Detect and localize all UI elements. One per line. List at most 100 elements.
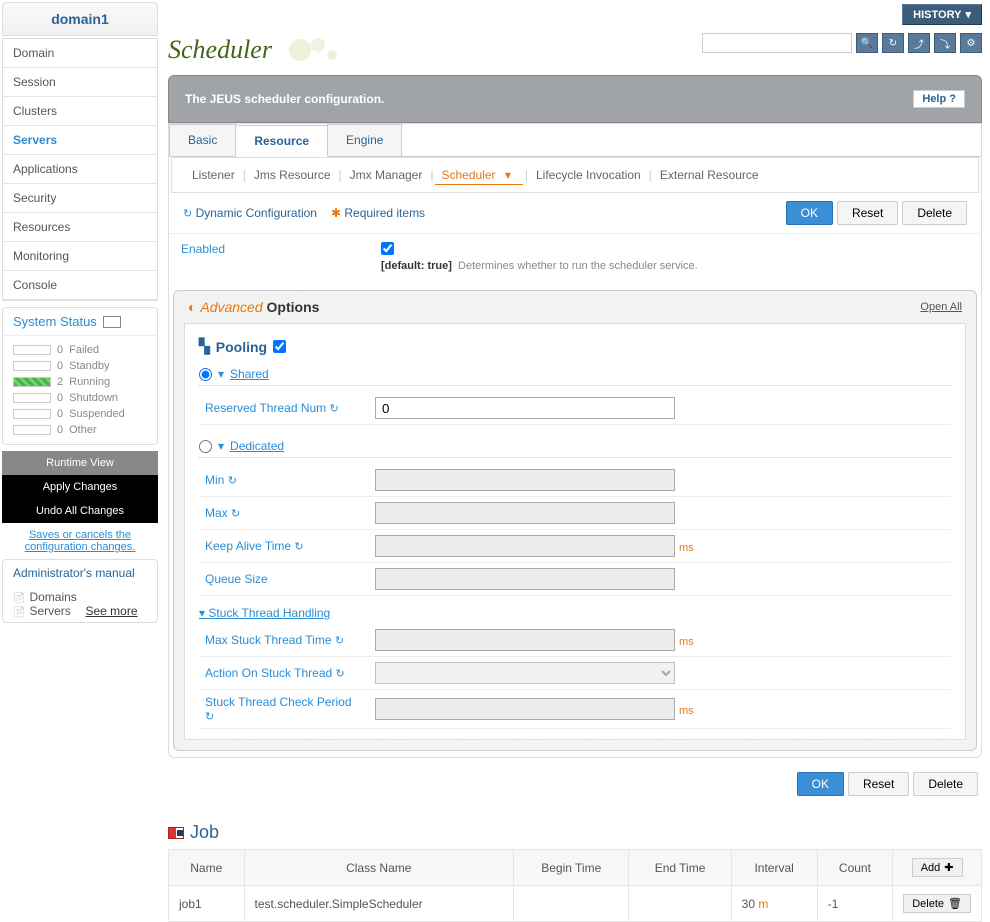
job-header-count: Count (817, 850, 893, 886)
sidebar-item-console[interactable]: Console (3, 271, 157, 300)
shared-radio[interactable] (199, 368, 212, 381)
properties-table: Enabled [default: true] Determines wheth… (169, 233, 981, 280)
main-tabs: BasicResourceEngine (169, 124, 981, 157)
status-count: 0 (57, 424, 63, 436)
shared-label[interactable]: Shared (230, 367, 269, 381)
sidebar-item-servers[interactable]: Servers (3, 126, 157, 155)
reserved-thread-label: Reserved Thread Num ↻ (199, 392, 369, 425)
sync-icon: ↻ (330, 403, 339, 415)
status-row-shutdown: 0Shutdown (13, 390, 147, 406)
max-input[interactable] (375, 502, 675, 524)
enabled-checkbox[interactable] (381, 242, 394, 255)
runtime-view-button[interactable]: Runtime View (2, 451, 158, 475)
subtab-lifecycle-invocation[interactable]: Lifecycle Invocation (530, 168, 647, 182)
max-stuck-input[interactable] (375, 629, 675, 651)
sidebar-item-session[interactable]: Session (3, 68, 157, 97)
status-row-standby: 0 Standby (13, 358, 147, 374)
help-button[interactable]: Help ? (913, 90, 965, 108)
admin-servers-link[interactable]: Servers (29, 604, 70, 618)
sidebar-item-resources[interactable]: Resources (3, 213, 157, 242)
caret-down-icon: ▾ (218, 367, 224, 381)
tab-engine[interactable]: Engine (327, 124, 402, 156)
see-more-link[interactable]: See more (85, 604, 137, 618)
history-button[interactable]: HISTORY▾ (902, 4, 982, 25)
reset-button[interactable]: Reset (837, 201, 898, 225)
dedicated-radio-row: ▾ Dedicated (199, 435, 951, 458)
keep-alive-label: Keep Alive Time ↻ (199, 530, 369, 563)
job-header-end: End Time (629, 850, 731, 886)
sidebar-item-domain[interactable]: Domain (3, 39, 157, 68)
subtab-external-resource[interactable]: External Resource (654, 168, 765, 182)
job-table: Name Class Name Begin Time End Time Inte… (168, 849, 982, 922)
status-label: Standby (69, 360, 109, 372)
job-icon (168, 827, 184, 839)
admin-domains-link[interactable]: Domains (29, 590, 76, 604)
job-header-name: Name (169, 850, 245, 886)
sidebar-menu: DomainSessionClustersServersApplications… (2, 38, 158, 301)
delete-button-bottom[interactable]: Delete (913, 772, 978, 796)
pooling-title: ▚Pooling (199, 334, 951, 363)
undo-all-changes-button[interactable]: Undo All Changes (2, 499, 158, 523)
interval-unit: m (758, 897, 768, 911)
sub-tabs: Listener|Jms Resource|Jmx Manager|Schedu… (171, 157, 979, 193)
job-end-cell (629, 886, 731, 922)
description-bar: The JEUS scheduler configuration. Help ? (168, 75, 982, 123)
sync-icon: ↻ (228, 475, 237, 487)
status-bar-icon (13, 345, 51, 355)
job-name-cell[interactable]: job1 (169, 886, 245, 922)
status-label: Shutdown (69, 392, 118, 404)
sidebar-item-applications[interactable]: Applications (3, 155, 157, 184)
min-input[interactable] (375, 469, 675, 491)
subtab-jms-resource[interactable]: Jms Resource (248, 168, 337, 182)
reserved-thread-input[interactable] (375, 397, 675, 419)
ok-button[interactable]: OK (786, 201, 833, 225)
subtab-scheduler[interactable]: Scheduler ▾ (435, 168, 522, 185)
dedicated-label[interactable]: Dedicated (230, 439, 284, 453)
page-title: Scheduler (168, 29, 272, 75)
flag-icon: ▚ (199, 338, 210, 355)
status-bar-icon (13, 361, 51, 371)
delete-job-button[interactable]: Delete 🗑 (903, 894, 971, 913)
tab-basic[interactable]: Basic (169, 124, 236, 156)
open-all-link[interactable]: Open All (920, 301, 962, 313)
bottom-actions: OK Reset Delete (168, 758, 982, 810)
stuck-thread-handling-header[interactable]: ▾ Stuck Thread Handling (199, 596, 951, 624)
search-input[interactable] (702, 33, 852, 53)
delete-button[interactable]: Delete (902, 201, 967, 225)
ok-button-bottom[interactable]: OK (797, 772, 844, 796)
import-icon[interactable]: ⤵ (934, 33, 956, 53)
sync-icon: ↻ (205, 711, 214, 723)
reset-button-bottom[interactable]: Reset (848, 772, 909, 796)
job-table-row: job1 test.scheduler.SimpleScheduler 30 m… (169, 886, 982, 922)
settings-icon[interactable]: ⚙ (960, 33, 982, 53)
required-items-label: ✱ Required items (331, 206, 425, 220)
keep-alive-input[interactable] (375, 535, 675, 557)
export-icon[interactable]: ⤴ (908, 33, 930, 53)
dedicated-radio[interactable] (199, 440, 212, 453)
sidebar-item-security[interactable]: Security (3, 184, 157, 213)
sidebar-domain-title[interactable]: domain1 (2, 2, 158, 36)
stuck-check-period-input[interactable] (375, 698, 675, 720)
pooling-checkbox[interactable] (273, 340, 286, 353)
action-on-stuck-select[interactable] (375, 662, 675, 684)
config-action-row: ↻ Dynamic Configuration ✱ Required items… (169, 193, 981, 233)
subtab-listener[interactable]: Listener (186, 168, 241, 182)
sidebar-item-monitoring[interactable]: Monitoring (3, 242, 157, 271)
search-icon[interactable]: 🔍 (856, 33, 878, 53)
add-job-button[interactable]: Add ✚ (912, 858, 963, 877)
apply-changes-button[interactable]: Apply Changes (2, 475, 158, 499)
subtab-jmx-manager[interactable]: Jmx Manager (344, 168, 429, 182)
queue-size-input[interactable] (375, 568, 675, 590)
tab-resource[interactable]: Resource (235, 125, 328, 157)
advanced-options-panel: ◐ Advanced Options Open All ▚Pooling ▾ S… (173, 290, 977, 751)
status-count: 0 (57, 360, 63, 372)
saves-cancels-link[interactable]: Saves or cancels the configuration chang… (2, 529, 158, 553)
admin-manual-title: Administrator's manual (3, 560, 157, 586)
system-status-title: System Status (3, 308, 157, 336)
status-bar-icon (13, 409, 51, 419)
refresh-icon[interactable]: ↻ (882, 33, 904, 53)
sidebar-item-clusters[interactable]: Clusters (3, 97, 157, 126)
system-status-label: System Status (13, 314, 97, 329)
sync-icon: ↻ (336, 668, 345, 680)
stuck-check-period-label: Stuck Thread Check Period ↻ (199, 690, 369, 729)
